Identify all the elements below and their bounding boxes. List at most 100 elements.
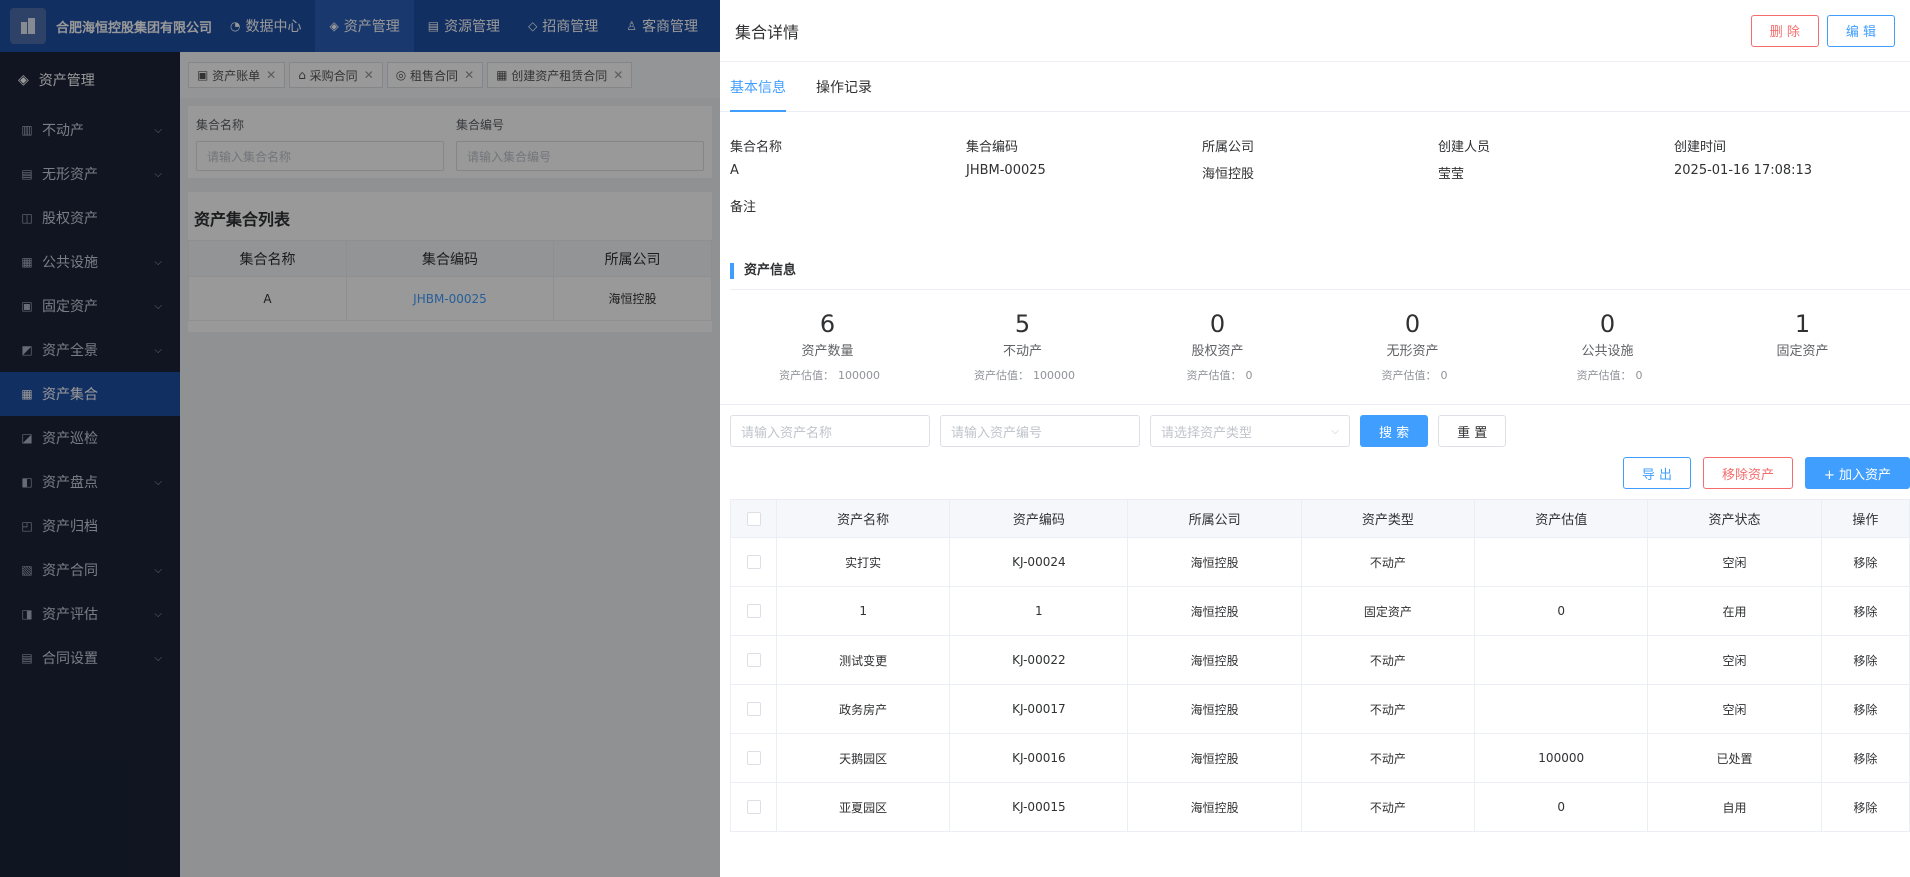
cell-company: 海恒控股 (1127, 537, 1302, 587)
cell-asset-code-link[interactable]: KJ-00016 (949, 733, 1129, 783)
cell-asset-value: 100000 (1474, 733, 1649, 783)
collection-detail-drawer: 集合详情 删 除 编 辑 基本信息 操作记录 集合名称 A 集合编码 JHBM-000… (720, 0, 1910, 877)
row-select-cell (730, 684, 777, 734)
column-header: 所属公司 (1127, 499, 1302, 538)
cell-asset-name: 测试变更 (775, 635, 951, 685)
table-header-row: 资产名称 资产编码 所属公司 资产类型 资产估值 资产状态 操作 (730, 499, 1910, 538)
cell-asset-value: 0 (1474, 782, 1649, 832)
remove-link[interactable]: 移除 (1820, 537, 1910, 587)
column-header: 资产估值 (1474, 499, 1649, 538)
remove-link[interactable]: 移除 (1820, 586, 1910, 636)
stat-valuation: 资产估值： 100000 (974, 369, 1075, 382)
cell-company: 海恒控股 (1127, 684, 1302, 734)
info-label: 所属公司 (1202, 140, 1255, 155)
cell-asset-status: 在用 (1647, 586, 1822, 636)
export-button[interactable]: 导 出 (1622, 457, 1691, 489)
stat-card: 6 资产数量 资产估值： 100000 (730, 310, 925, 404)
basic-info-grid: 集合名称 A 集合编码 JHBM-00025 所属公司 海恒控股 创建人员 莹莹 创建时间 202… (720, 112, 1910, 239)
cell-asset-code-link[interactable]: 1 (949, 586, 1129, 636)
cell-asset-name: 实打实 (775, 537, 951, 587)
cell-company: 海恒控股 (1127, 782, 1302, 832)
row-checkbox[interactable] (746, 800, 761, 815)
asset-table: 资产名称 资产编码 所属公司 资产类型 资产估值 资产状态 操作 实打实 KJ-00024 海恒… (730, 499, 1910, 832)
cell-asset-code-link[interactable]: KJ-00017 (949, 684, 1129, 734)
select-all-header (730, 499, 777, 538)
row-checkbox[interactable] (746, 702, 761, 717)
info-value: 莹莹 (1438, 167, 1465, 182)
cell-asset-type: 不动产 (1300, 733, 1476, 783)
remove-link[interactable]: 移除 (1820, 733, 1910, 783)
stat-label: 资产数量 (801, 344, 854, 359)
add-asset-button[interactable]: + 加入资产 (1804, 457, 1910, 489)
cell-asset-code-link[interactable]: KJ-00015 (949, 782, 1129, 832)
info-field: 集合编码 JHBM-00025 (966, 136, 1202, 182)
remove-link[interactable]: 移除 (1820, 635, 1910, 685)
chevron-down-icon: ⌵ (1331, 425, 1339, 437)
info-value: 2025-01-16 17:08:13 (1674, 163, 1813, 178)
info-value: 海恒控股 (1202, 167, 1255, 182)
asset-stats: 6 资产数量 资产估值： 100000 5 不动产 资产估值： 100000 0 股权资产 资产估值… (720, 290, 1910, 405)
table-row[interactable]: 1 1 海恒控股 固定资产 0 在用 移除 (730, 586, 1910, 636)
cell-company: 海恒控股 (1127, 635, 1302, 685)
tab-basic-info[interactable]: 基本信息 (730, 62, 786, 112)
delete-button[interactable]: 删 除 (1750, 14, 1819, 47)
asset-search-bar: 请输入资产名称 请输入资产编号 请选择资产类型 ⌵ 搜 索 重 置 (720, 405, 1910, 447)
modal-overlay[interactable] (0, 0, 720, 877)
search-button[interactable]: 搜 索 (1360, 415, 1429, 447)
asset-table-body: 实打实 KJ-00024 海恒控股 不动产 空闲 移除 1 1 海恒控股 固定资产 0 在用 移除 测试变… (730, 537, 1910, 832)
cell-asset-value (1474, 635, 1649, 685)
stat-label: 不动产 (1002, 344, 1042, 359)
drawer-actions: 删 除 编 辑 (1750, 14, 1895, 47)
table-row[interactable]: 天鹅园区 KJ-00016 海恒控股 不动产 100000 已处置 移除 (730, 733, 1910, 783)
cell-asset-name: 亚夏园区 (775, 782, 951, 832)
row-select-cell (730, 782, 777, 832)
table-row[interactable]: 政务房产 KJ-00017 海恒控股 不动产 空闲 移除 (730, 684, 1910, 734)
table-row[interactable]: 测试变更 KJ-00022 海恒控股 不动产 空闲 移除 (730, 635, 1910, 685)
drawer-header: 集合详情 删 除 编 辑 (720, 0, 1910, 62)
select-all-checkbox[interactable] (746, 511, 761, 526)
row-checkbox[interactable] (746, 604, 761, 619)
table-row[interactable]: 亚夏园区 KJ-00015 海恒控股 不动产 0 自用 移除 (730, 782, 1910, 832)
asset-action-bar: 导 出 移除资产 + 加入资产 (720, 447, 1910, 489)
stat-valuation: 资产估值： 0 (1576, 369, 1643, 382)
asset-name-input[interactable]: 请输入资产名称 (730, 415, 930, 447)
row-select-cell (730, 537, 777, 587)
cell-asset-status: 已处置 (1647, 733, 1822, 783)
cell-asset-status: 空闲 (1647, 635, 1822, 685)
tab-operation-log[interactable]: 操作记录 (816, 62, 872, 111)
row-checkbox[interactable] (746, 653, 761, 668)
remove-link[interactable]: 移除 (1820, 782, 1910, 832)
stat-number: 5 (1014, 310, 1031, 338)
row-select-cell (730, 733, 777, 783)
info-label: 创建人员 (1438, 140, 1491, 155)
stat-card: 0 无形资产 资产估值： 0 (1315, 310, 1510, 404)
asset-type-select[interactable]: 请选择资产类型 ⌵ (1150, 415, 1350, 447)
remove-link[interactable]: 移除 (1820, 684, 1910, 734)
section-title: 资产信息 (730, 263, 1900, 279)
column-header: 操作 (1820, 499, 1910, 538)
reset-button[interactable]: 重 置 (1438, 415, 1507, 447)
info-label: 创建时间 (1674, 140, 1727, 155)
cell-asset-code-link[interactable]: KJ-00024 (949, 537, 1129, 587)
cell-asset-type: 不动产 (1300, 782, 1476, 832)
remove-asset-button[interactable]: 移除资产 (1702, 457, 1793, 489)
edit-button[interactable]: 编 辑 (1826, 14, 1895, 47)
row-checkbox[interactable] (746, 751, 761, 766)
drawer-title: 集合详情 (735, 22, 800, 42)
cell-asset-value (1474, 684, 1649, 734)
table-row[interactable]: 实打实 KJ-00024 海恒控股 不动产 空闲 移除 (730, 537, 1910, 587)
info-value (730, 223, 966, 239)
cell-asset-code-link[interactable]: KJ-00022 (949, 635, 1129, 685)
stat-valuation: 资产估值： 100000 (779, 369, 880, 382)
stat-card: 0 公共设施 资产估值： 0 (1510, 310, 1705, 404)
cell-company: 海恒控股 (1127, 733, 1302, 783)
cell-asset-type: 不动产 (1300, 635, 1476, 685)
stat-card: 5 不动产资产估值： 100000 (925, 310, 1120, 404)
stat-card: 0 股权资产 资产估值： 0 (1120, 310, 1315, 404)
stat-label: 公共设施 (1581, 344, 1634, 359)
asset-code-input[interactable]: 请输入资产编号 (940, 415, 1140, 447)
cell-asset-name: 天鹅园区 (775, 733, 951, 783)
info-field: 所属公司 海恒控股 (1202, 136, 1438, 182)
info-field: 创建时间 2025-01-16 17:08:13 (1674, 136, 1910, 182)
row-checkbox[interactable] (746, 555, 761, 570)
